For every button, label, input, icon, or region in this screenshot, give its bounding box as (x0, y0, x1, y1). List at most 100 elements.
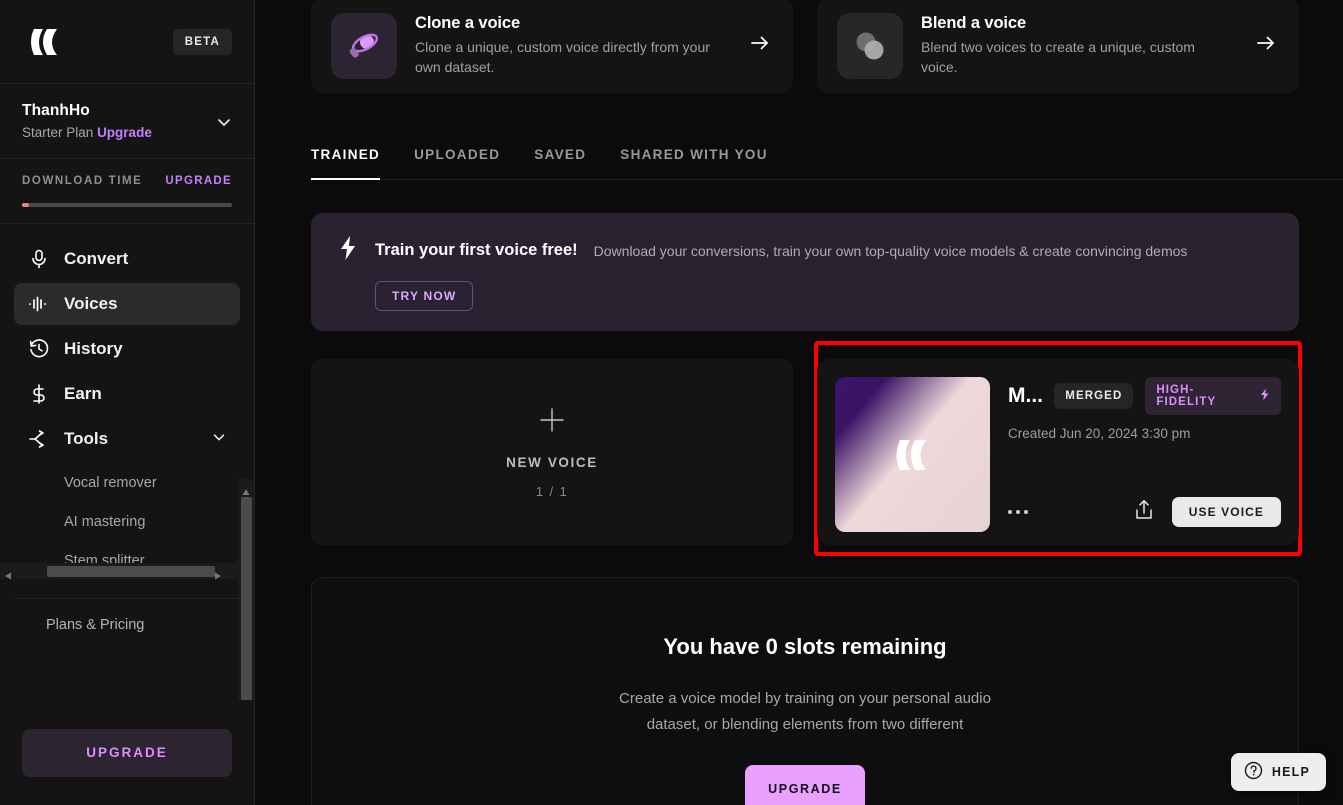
account-info: ThanhHo Starter Plan Upgrade (22, 102, 152, 140)
scroll-up-arrow-icon[interactable] (242, 483, 250, 491)
blend-card-description: Blend two voices to create a unique, cus… (921, 38, 1231, 78)
beta-badge: BETA (173, 29, 232, 55)
arrow-right-icon[interactable] (749, 32, 771, 59)
banner-title: Train your first voice free! (375, 241, 578, 260)
sidebar-horizontal-scrollbar[interactable] (0, 563, 239, 579)
slots-title: You have 0 slots remaining (312, 634, 1298, 660)
tools-split-icon (28, 428, 50, 450)
sidebar-item-plans-pricing[interactable]: Plans & Pricing (14, 599, 240, 633)
sidebar-item-voices[interactable]: Voices (14, 283, 240, 325)
sidebar-item-label: Tools (64, 429, 198, 449)
clock-rewind-icon (28, 338, 50, 360)
dollar-sign-icon (28, 383, 50, 405)
sidebar-vertical-scrollbar[interactable] (238, 479, 254, 700)
train-first-voice-banner: Train your first voice free! Download yo… (311, 213, 1299, 331)
slots-description-line1: Create a voice model by training on your… (312, 686, 1298, 712)
new-voice-count: 1 / 1 (536, 484, 568, 499)
blend-card-title: Blend a voice (921, 14, 1237, 33)
account-name: ThanhHo (22, 102, 152, 120)
sidebar-item-label: Earn (64, 384, 226, 404)
try-now-button[interactable]: TRY NOW (375, 281, 473, 311)
microphone-icon (28, 248, 50, 270)
new-voice-card[interactable]: NEW VOICE 1 / 1 (311, 359, 793, 545)
voice-created-timestamp: Created Jun 20, 2024 3:30 pm (1008, 426, 1281, 441)
tab-trained[interactable]: TRAINED (311, 147, 380, 180)
plus-icon (538, 406, 566, 439)
new-voice-label: NEW VOICE (506, 455, 598, 470)
voice-card[interactable]: M... MERGED HIGH-FIDELITY Created Jun 20… (817, 359, 1299, 545)
account-switcher[interactable]: ThanhHo Starter Plan Upgrade (0, 84, 254, 159)
voice-card-body: M... MERGED HIGH-FIDELITY Created Jun 20… (1008, 377, 1281, 527)
slots-panel: You have 0 slots remaining Create a voic… (311, 577, 1299, 805)
sidebar: BETA ThanhHo Starter Plan Upgrade DOWNLO… (0, 0, 255, 805)
action-cards: Clone a voice Clone a unique, custom voi… (255, 0, 1343, 93)
help-label: HELP (1272, 765, 1310, 779)
clone-card-body: Clone a voice Clone a unique, custom voi… (415, 14, 731, 78)
account-plan-label: Starter Plan (22, 125, 93, 140)
main-content: Clone a voice Clone a unique, custom voi… (255, 0, 1343, 805)
voice-grid: NEW VOICE 1 / 1 M... MERGED (311, 359, 1299, 545)
help-button[interactable]: HELP (1231, 753, 1326, 791)
sidebar-item-convert[interactable]: Convert (14, 238, 240, 280)
blend-a-voice-card[interactable]: Blend a voice Blend two voices to create… (817, 0, 1299, 93)
chevron-down-icon[interactable] (212, 429, 226, 449)
download-time-label: DOWNLOAD TIME (22, 175, 142, 187)
account-upgrade-link[interactable]: Upgrade (97, 125, 152, 140)
download-time-upgrade-link[interactable]: UPGRADE (165, 175, 232, 187)
lightning-bolt-icon (1259, 388, 1270, 404)
status-badge-high-fidelity: HIGH-FIDELITY (1145, 377, 1281, 415)
blend-card-body: Blend a voice Blend two voices to create… (921, 14, 1237, 78)
download-time-section: DOWNLOAD TIME UPGRADE (0, 159, 254, 224)
kits-logo-icon[interactable] (26, 26, 66, 58)
banner-description: Download your conversions, train your ow… (594, 243, 1188, 259)
sidebar-item-history[interactable]: History (14, 328, 240, 370)
kits-logo-icon (891, 437, 935, 473)
tab-uploaded[interactable]: UPLOADED (414, 147, 500, 180)
question-circle-icon (1244, 761, 1263, 783)
voice-card-actions: USE VOICE (1008, 497, 1281, 527)
use-voice-button[interactable]: USE VOICE (1172, 497, 1281, 527)
tab-saved[interactable]: SAVED (534, 147, 586, 180)
tab-shared-with-you[interactable]: SHARED WITH YOU (620, 147, 768, 180)
sidebar-subitem-ai-mastering[interactable]: AI mastering (14, 502, 240, 541)
sidebar-item-label: Convert (64, 249, 226, 269)
download-time-progressbar (22, 203, 232, 207)
share-upload-icon[interactable] (1134, 499, 1154, 526)
sidebar-footer: UPGRADE (0, 700, 254, 805)
avatar (835, 377, 990, 532)
lightning-bolt-icon (337, 235, 359, 266)
download-time-progress-fill (22, 203, 29, 207)
scroll-right-arrow-icon[interactable] (214, 567, 222, 575)
voice-card-action-right: USE VOICE (1134, 497, 1281, 527)
sidebar-scroll-thumb[interactable] (241, 497, 252, 700)
slots-description: Create a voice model by training on your… (312, 686, 1298, 737)
planet-orbit-icon (331, 13, 397, 79)
badge-label: HIGH-FIDELITY (1156, 384, 1252, 408)
sidebar-nav-scroll-area: Convert Voices H (0, 224, 254, 700)
app-root: BETA ThanhHo Starter Plan Upgrade DOWNLO… (0, 0, 1343, 805)
voice-name: M... (1008, 384, 1042, 408)
slots-upgrade-button[interactable]: UPGRADE (745, 765, 865, 805)
account-plan: Starter Plan Upgrade (22, 125, 152, 140)
sidebar-item-label: History (64, 339, 226, 359)
waveform-icon (28, 293, 50, 315)
arrow-right-icon[interactable] (1255, 32, 1277, 59)
clone-a-voice-card[interactable]: Clone a voice Clone a unique, custom voi… (311, 0, 793, 93)
clone-card-title: Clone a voice (415, 14, 731, 33)
sidebar-item-label: Voices (64, 294, 226, 314)
sidebar-item-tools[interactable]: Tools (14, 418, 240, 460)
sidebar-upgrade-button[interactable]: UPGRADE (22, 729, 232, 777)
sidebar-hscroll-thumb[interactable] (47, 566, 215, 577)
two-circles-blend-icon (837, 13, 903, 79)
scroll-left-arrow-icon[interactable] (4, 567, 12, 575)
chevron-down-icon[interactable] (216, 102, 232, 135)
voice-card-wrapper: M... MERGED HIGH-FIDELITY Created Jun 20… (817, 359, 1299, 545)
clone-card-description: Clone a unique, custom voice directly fr… (415, 38, 725, 78)
voice-card-header: M... MERGED HIGH-FIDELITY (1008, 377, 1281, 415)
slots-description-line2: dataset, or blending elements from two d… (312, 712, 1298, 738)
voice-tabs: TRAINED UPLOADED SAVED SHARED WITH YOU (311, 147, 1343, 180)
ellipsis-icon[interactable] (1008, 510, 1028, 514)
sidebar-item-earn[interactable]: Earn (14, 373, 240, 415)
status-badge-merged: MERGED (1054, 383, 1133, 409)
sidebar-subitem-vocal-remover[interactable]: Vocal remover (14, 463, 240, 502)
